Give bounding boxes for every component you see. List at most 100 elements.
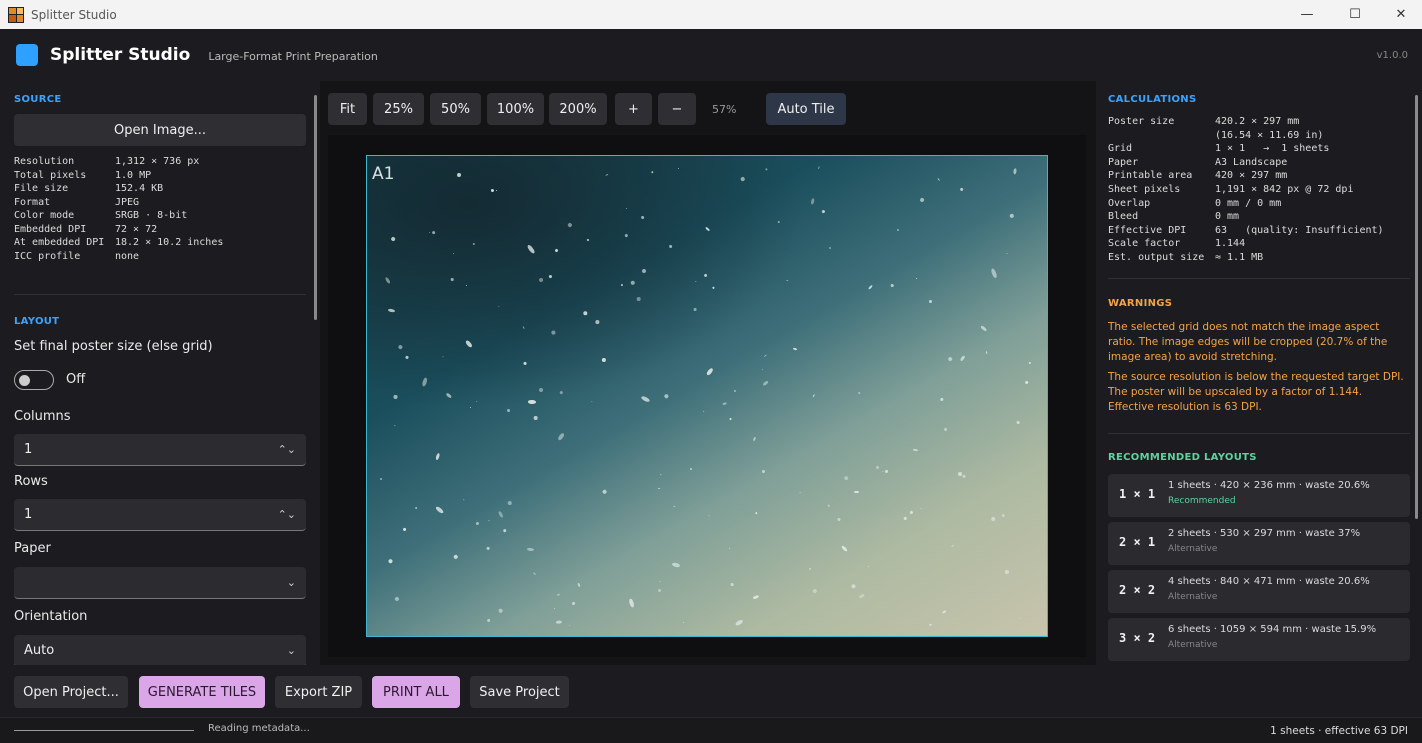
poster-speck (920, 507, 922, 510)
poster-speck (930, 623, 933, 626)
poster-speck (442, 355, 444, 358)
poster-speck (532, 571, 536, 575)
poster-speck (502, 528, 507, 533)
poster-speck (836, 517, 841, 522)
chevron-down-icon: ⌄ (286, 644, 296, 657)
source-info-row: Embedded DPI 72 × 72 (14, 223, 158, 235)
auto-tile-button[interactable]: Auto Tile (766, 93, 846, 125)
recommended-layout-item[interactable]: 3 × 2 6 sheets · 1059 × 594 mm · waste 1… (1108, 618, 1410, 661)
calculations-list: Poster size 420.2 × 297 mm (16.54 × 11.69… (1108, 115, 1384, 265)
maximize-icon[interactable]: ☐ (1332, 0, 1378, 29)
poster-speck (456, 172, 462, 178)
toggle-state-label: Off (66, 372, 86, 387)
poster-speck (571, 601, 576, 607)
open-project-button[interactable]: Open Project... (14, 676, 128, 708)
poster-speck (729, 418, 732, 420)
zoom-out-button[interactable]: − (658, 93, 696, 125)
status-summary: 1 sheets · effective 63 DPI (1270, 725, 1408, 737)
recommended-layout-item[interactable]: 2 × 2 4 sheets · 840 × 471 mm · waste 20… (1108, 570, 1410, 613)
columns-stepper[interactable]: 1 ⌃⌄ (14, 434, 306, 466)
poster-speck (475, 400, 478, 403)
left-scrollbar[interactable] (314, 95, 317, 320)
layout-tag: Alternative (1168, 592, 1218, 602)
poster-speck (624, 233, 628, 238)
poster-speck (712, 286, 715, 289)
poster-speck (812, 394, 815, 398)
recommended-layout-item[interactable]: 2 × 1 2 sheets · 530 × 297 mm · waste 37… (1108, 522, 1410, 565)
app-icon (8, 6, 24, 23)
layout-description: 4 sheets · 840 × 471 mm · waste 20.6% (1168, 576, 1370, 587)
poster-speck (556, 593, 560, 596)
poster-preview[interactable]: A1 (366, 155, 1048, 637)
poster-speck (1016, 420, 1020, 425)
poster-speck (1001, 513, 1006, 517)
export-zip-button[interactable]: Export ZIP (275, 676, 362, 708)
poster-speck (959, 355, 966, 362)
poster-speck (465, 284, 467, 287)
poster-speck (495, 189, 498, 192)
poster-speck (754, 511, 758, 515)
poster-speck (729, 547, 731, 550)
save-project-button[interactable]: Save Project (470, 676, 569, 708)
poster-speck (808, 567, 812, 571)
zoom-fit-button[interactable]: Fit (328, 93, 367, 125)
zoom-100-button[interactable]: 100% (487, 93, 544, 125)
print-all-button[interactable]: PRINT ALL (372, 676, 460, 708)
layout-description: 2 sheets · 530 × 297 mm · waste 37% (1168, 528, 1361, 539)
generate-tiles-button[interactable]: GENERATE TILES (139, 676, 265, 708)
preview-area: Fit 25% 50% 100% 200% + − 57% Auto Tile … (320, 81, 1096, 665)
zoom-in-button[interactable]: + (615, 93, 652, 125)
poster-speck (763, 354, 767, 357)
poster-speck (394, 425, 396, 427)
poster-speck (551, 330, 556, 336)
poster-speck (432, 230, 436, 235)
toggle-knob (19, 375, 30, 386)
orientation-select[interactable]: Auto ⌄ (14, 635, 306, 665)
poster-size-toggle[interactable] (14, 370, 54, 390)
divider (1108, 278, 1410, 279)
poster-speck (601, 357, 607, 363)
poster-speck (548, 274, 553, 278)
source-info-row: Resolution 1,312 × 736 px (14, 156, 200, 167)
poster-speck (929, 300, 933, 304)
poster-speck (428, 231, 431, 234)
poster-speck (569, 625, 571, 627)
poster-speck (941, 610, 947, 615)
recommended-layout-item[interactable]: 1 × 1 1 sheets · 420 × 236 mm · waste 20… (1108, 474, 1410, 517)
poster-speck (764, 167, 768, 171)
poster-speck (1019, 618, 1022, 620)
poster-speck (761, 469, 766, 474)
calc-row: Est. output size ≈ 1.1 MB (1108, 251, 1264, 263)
divider (14, 294, 306, 295)
app-name: Splitter Studio (50, 45, 191, 65)
poster-speck (497, 305, 500, 308)
close-icon[interactable]: ✕ (1378, 0, 1422, 29)
poster-speck (523, 361, 528, 365)
zoom-25-button[interactable]: 25% (373, 93, 424, 125)
recommended-section-title: RECOMMENDED LAYOUTS (1108, 452, 1257, 463)
stepper-arrows-icon[interactable]: ⌃⌄ (278, 508, 296, 521)
tile-label: A1 (372, 164, 395, 184)
poster-speck (628, 598, 636, 609)
rows-stepper[interactable]: 1 ⌃⌄ (14, 499, 306, 531)
poster-speck (640, 215, 645, 220)
minimize-icon[interactable]: — (1284, 0, 1330, 29)
stepper-arrows-icon[interactable]: ⌃⌄ (278, 443, 296, 456)
chevron-down-icon: ⌄ (286, 576, 296, 589)
zoom-50-button[interactable]: 50% (430, 93, 481, 125)
poster-speck (731, 582, 735, 586)
calc-row: Printable area 420 × 297 mm (1108, 170, 1288, 182)
poster-speck (591, 400, 593, 403)
poster-speck (630, 280, 636, 286)
calculations-section-title: CALCULATIONS (1108, 94, 1197, 105)
open-image-button[interactable]: Open Image... (14, 114, 306, 146)
right-scrollbar[interactable] (1415, 95, 1418, 519)
calc-row: Bleed 0 mm (1108, 211, 1240, 223)
footer-actions: Open Project... GENERATE TILES Export ZI… (0, 665, 1422, 717)
poster-speck (464, 339, 473, 349)
poster-speck (761, 368, 763, 370)
paper-select[interactable]: ⌄ (14, 567, 306, 599)
zoom-200-button[interactable]: 200% (549, 93, 607, 125)
poster-speck (583, 310, 588, 316)
poster-speck (526, 243, 536, 255)
